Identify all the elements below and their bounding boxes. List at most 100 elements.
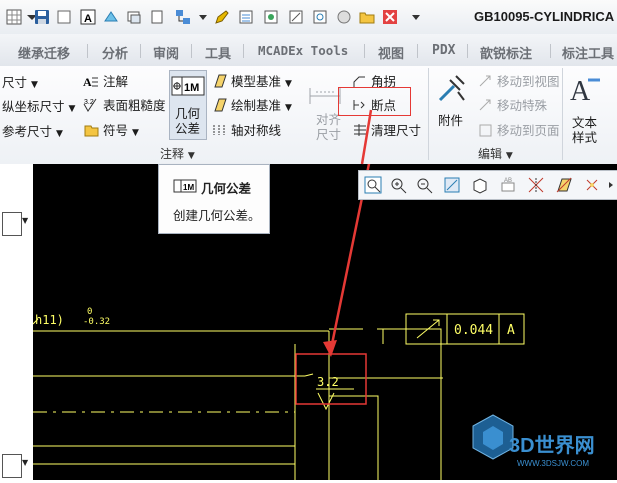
- symbol-button[interactable]: 符号 ▼: [83, 120, 139, 139]
- surface-finish-label: 表面粗糙度: [102, 98, 166, 113]
- chevron-down-icon[interactable]: ▼: [285, 79, 292, 89]
- svg-text:3D世界网: 3D世界网: [509, 434, 595, 457]
- datum-point-icon[interactable]: [583, 176, 601, 197]
- axis-display-icon[interactable]: [527, 176, 545, 197]
- pencil-icon[interactable]: [214, 9, 230, 25]
- tab-review[interactable]: 审阅: [153, 43, 179, 62]
- repaint-icon[interactable]: [443, 176, 461, 197]
- group-annotate-label[interactable]: 注释 ▼: [160, 145, 195, 162]
- datum-reference: A: [507, 323, 515, 338]
- tools-icon[interactable]: [336, 9, 352, 25]
- chevron-down-icon[interactable]: ▼: [506, 151, 513, 161]
- roughness-value: 3.2: [317, 375, 339, 389]
- svg-text:1M: 1M: [183, 183, 194, 192]
- tab-view[interactable]: 视图: [378, 43, 404, 62]
- tab-mcadex-tools[interactable]: MCADEx Tools: [258, 43, 348, 58]
- close-icon[interactable]: [382, 9, 398, 25]
- regenerate-icon[interactable]: [103, 9, 119, 25]
- window-title: GB10095-CYLINDRICA: [474, 9, 615, 24]
- move-special-label: 移动特殊: [496, 98, 547, 113]
- tooltip-description: 创建几何公差。: [173, 208, 261, 223]
- reference-dimension-label: 参考尺寸: [2, 124, 53, 139]
- fit-text: h11): [35, 313, 64, 327]
- geometric-tolerance-button[interactable]: 1M 几何 公差: [169, 70, 207, 140]
- refresh-icon[interactable]: [312, 9, 328, 25]
- cleanup-dimensions-button[interactable]: 清理尺寸: [352, 120, 421, 139]
- move-special-button[interactable]: 移动特殊: [478, 95, 547, 114]
- surface-finish-icon: 3.2: [83, 98, 97, 112]
- model-datum-button[interactable]: 模型基准 ▼: [212, 71, 292, 90]
- tab-analysis[interactable]: 分析: [102, 43, 128, 62]
- symmetry-line-button[interactable]: 轴对称线: [212, 120, 281, 139]
- window-icon[interactable]: [56, 9, 72, 25]
- move-to-view-button[interactable]: 移动到视图: [478, 71, 560, 90]
- annotation-display-icon[interactable]: AB: [499, 176, 517, 197]
- font-icon[interactable]: A: [80, 9, 96, 25]
- dimension-button[interactable]: 尺寸 ▼: [2, 72, 38, 91]
- tab-pdx[interactable]: PDX: [432, 43, 455, 58]
- orient-icon[interactable]: [471, 176, 489, 197]
- grid-icon[interactable]: [6, 9, 22, 25]
- tab-inherit[interactable]: 继承迁移: [18, 43, 70, 62]
- note-icon: A: [83, 75, 98, 89]
- save-icon[interactable]: [34, 9, 50, 25]
- jog-icon: [353, 76, 365, 87]
- move-to-page-label: 移动到页面: [496, 123, 560, 138]
- chevron-down-icon[interactable]: ▼: [31, 80, 38, 90]
- zoom-out-icon[interactable]: [415, 176, 433, 197]
- chevron-down-icon[interactable]: ▼: [22, 458, 28, 467]
- svg-text:3.2: 3.2: [84, 99, 94, 106]
- more-icon[interactable]: [607, 176, 617, 197]
- group-edit-label[interactable]: 编辑 ▼: [478, 145, 513, 162]
- zoom-fit-icon[interactable]: [364, 176, 382, 197]
- text-style-button[interactable]: A 文本 样式: [566, 72, 606, 145]
- zoom-in-icon[interactable]: [389, 176, 407, 197]
- tab-tools[interactable]: 工具: [205, 43, 231, 62]
- align-dimensions-icon: [309, 88, 341, 104]
- tooltip-title: 几何公差: [201, 181, 252, 196]
- customize-icon[interactable]: [408, 9, 424, 25]
- layer-icon[interactable]: [126, 9, 142, 25]
- svg-text:A: A: [570, 76, 591, 104]
- drawing-canvas[interactable]: 3.2 0.044 A h11) 0 -0.32 3D世界网 WWW.3DSJW…: [32, 153, 617, 480]
- ordinate-dimension-button[interactable]: 纵坐标尺寸 ▼: [2, 96, 75, 115]
- tab-xinrui[interactable]: 歆锐标注: [480, 43, 532, 62]
- datum-plane-icon[interactable]: [555, 176, 573, 197]
- sheet-thumbnail[interactable]: [2, 212, 22, 236]
- symbol-label: 符号: [102, 123, 128, 138]
- display-icon[interactable]: [263, 9, 279, 25]
- drawing-geometry: 3.2 0.044 A h11) 0 -0.32 3D世界网 WWW.3DSJW…: [32, 153, 595, 480]
- attach-icon: [438, 75, 465, 102]
- note-label: 注解: [102, 74, 128, 89]
- draft-datum-icon: [214, 98, 227, 112]
- view-toolbar: AB: [358, 170, 617, 200]
- chevron-down-icon[interactable]: ▼: [188, 151, 195, 161]
- svg-text:A: A: [83, 75, 92, 88]
- move-to-page-button[interactable]: 移动到页面: [478, 120, 560, 139]
- move-to-view-label: 移动到视图: [496, 74, 560, 89]
- chevron-down-icon[interactable]: ▼: [285, 103, 292, 113]
- sheet-thumbnail[interactable]: [2, 454, 22, 478]
- chevron-down-icon[interactable]: ▼: [22, 216, 28, 225]
- shade-icon[interactable]: [288, 9, 304, 25]
- tree-icon[interactable]: [175, 9, 191, 25]
- reference-dimension-button[interactable]: 参考尺寸 ▼: [2, 121, 63, 140]
- tab-annotation-tools[interactable]: 标注工具: [562, 43, 614, 62]
- model-datum-label: 模型基准: [230, 74, 281, 89]
- folder-icon[interactable]: [359, 9, 375, 25]
- chevron-down-icon[interactable]: ▼: [132, 128, 139, 138]
- move-to-page-icon: [479, 124, 492, 137]
- draft-datum-button[interactable]: 绘制基准 ▼: [212, 95, 292, 114]
- symbol-icon: [84, 125, 99, 137]
- chevron-down-icon[interactable]: ▼: [69, 104, 76, 114]
- chevron-down-icon[interactable]: ▼: [56, 129, 63, 139]
- sheet-icon[interactable]: [149, 9, 165, 25]
- layers-icon[interactable]: [238, 9, 254, 25]
- tolerance-value: 0.044: [454, 323, 493, 338]
- note-button[interactable]: A 注解: [83, 71, 128, 90]
- symmetry-line-icon: [213, 125, 225, 135]
- gtol-label-2: 公差: [175, 121, 201, 136]
- surface-finish-button[interactable]: 3.2 表面粗糙度: [83, 95, 166, 114]
- dropdown-icon[interactable]: [195, 9, 211, 25]
- attach-button[interactable]: 附件: [434, 72, 470, 136]
